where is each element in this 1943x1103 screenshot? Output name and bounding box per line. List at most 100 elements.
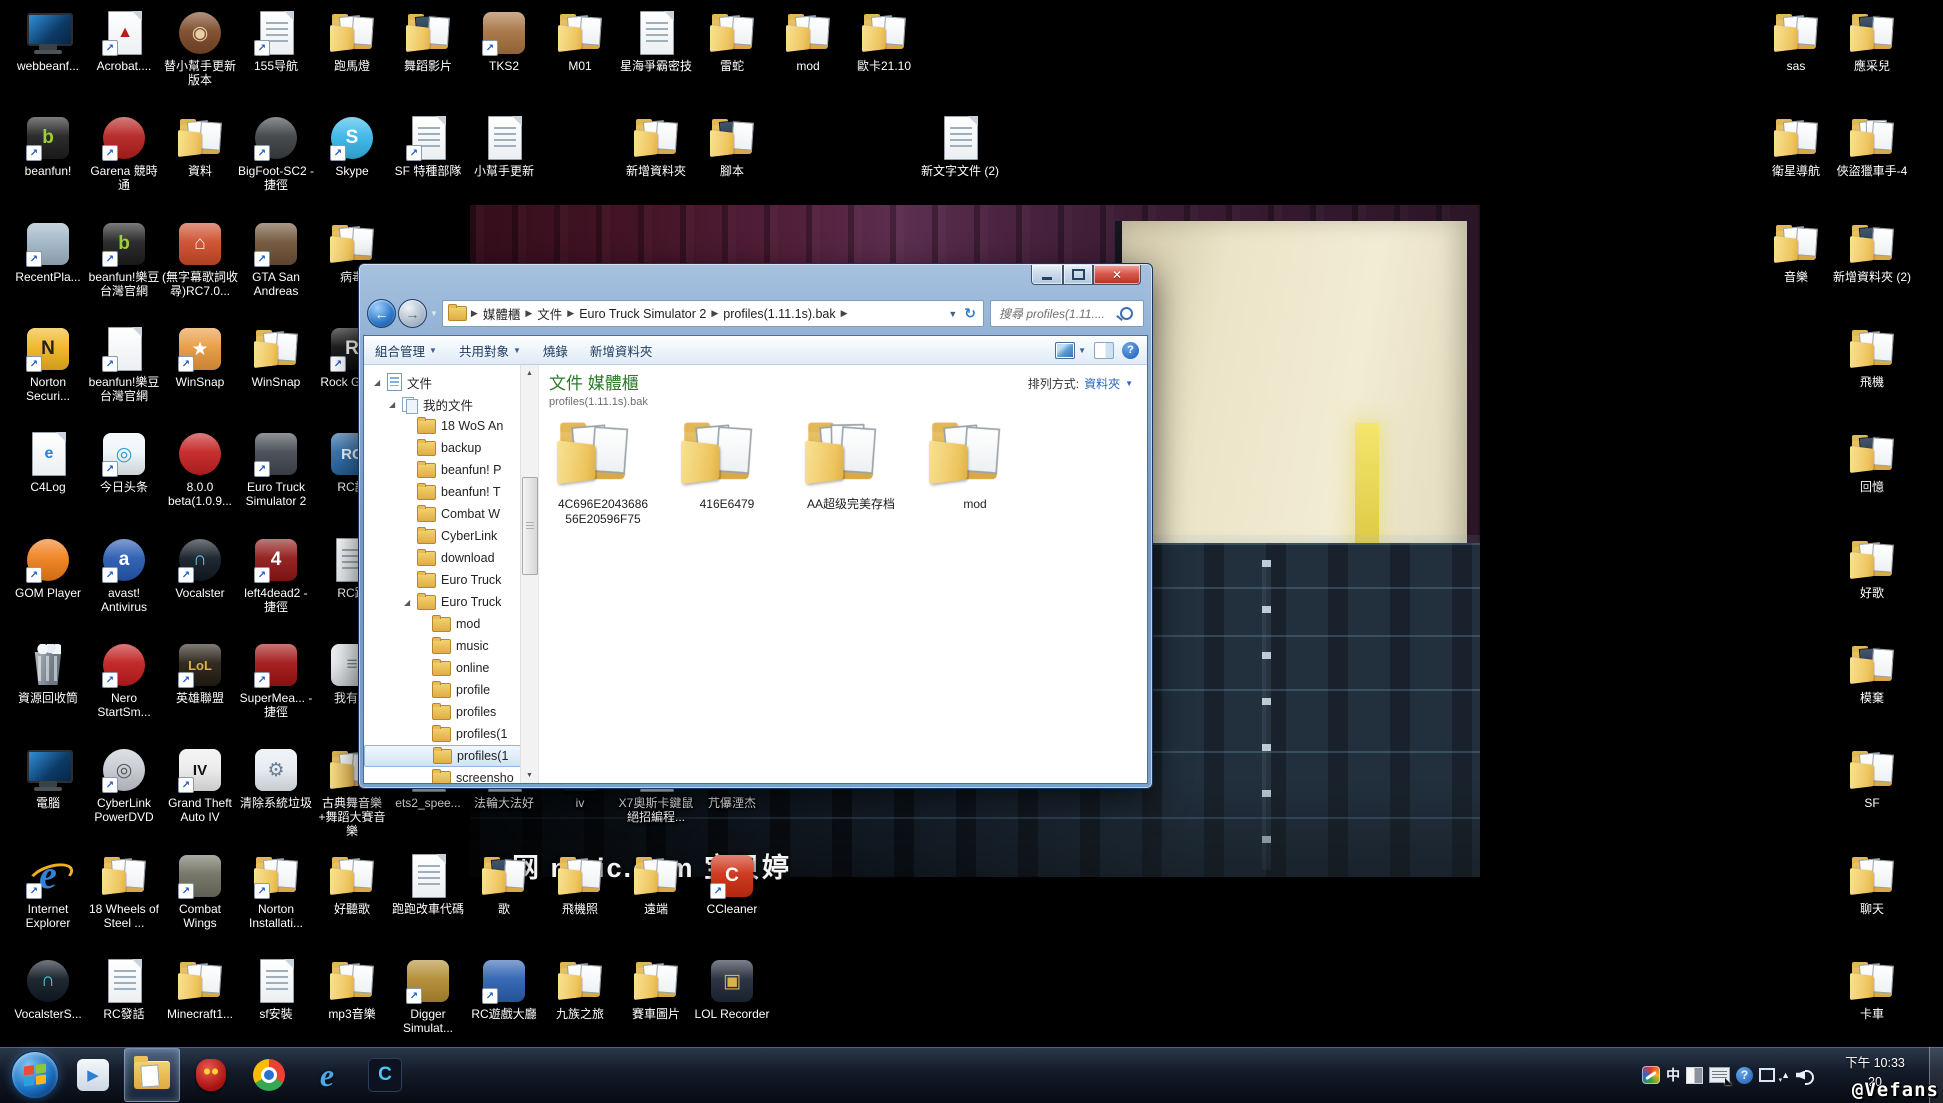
desktop-icon[interactable]: SF 特種部隊 (389, 115, 467, 178)
desktop-icon[interactable]: ▣LOL Recorder (693, 958, 771, 1021)
refresh-icon[interactable]: ↻ (962, 305, 983, 322)
taskbar-lol-client-button[interactable]: C (358, 1049, 412, 1101)
desktop-icon[interactable]: 九族之旅 (541, 958, 619, 1021)
tree-item[interactable]: online (364, 657, 521, 679)
breadcrumb-segment[interactable]: 文件 (532, 304, 567, 323)
desktop-icon[interactable]: Euro Truck Simulator 2 (237, 431, 315, 508)
desktop-icon[interactable]: 好聽歌 (313, 853, 391, 916)
recent-pages-dropdown-icon[interactable]: ▼ (430, 309, 438, 318)
tree-item[interactable]: 18 WoS An (364, 415, 521, 437)
breadcrumb-segment[interactable]: profiles(1.11.1s).bak (718, 307, 840, 321)
tree-item[interactable]: ◢Euro Truck (364, 591, 521, 613)
desktop-icon[interactable]: 雷蛇 (693, 10, 771, 73)
desktop-icon[interactable]: 衛星導航 (1757, 115, 1835, 178)
desktop-icon[interactable]: Digger Simulat... (389, 958, 467, 1035)
desktop-icon[interactable]: ⌂(無字幕歌詞收尋)RC7.0... (161, 221, 239, 298)
desktop-icon[interactable]: Nero StartSm... (85, 642, 163, 719)
tray-language-bar-restore-icon[interactable] (1759, 1068, 1775, 1082)
desktop-icon[interactable]: 新增資料夾 (617, 115, 695, 178)
desktop-icon[interactable]: BigFoot-SC2 - 捷徑 (237, 115, 315, 192)
desktop-icon[interactable]: 小幫手更新 (465, 115, 543, 178)
desktop-icon[interactable]: RC發話 (85, 958, 163, 1021)
desktop-icon[interactable]: eInternet Explorer (9, 853, 87, 930)
desktop-icon[interactable]: 跑跑改車代碼 (389, 853, 467, 916)
toolbar-share-with-button[interactable]: 共用對象▼ (448, 341, 532, 360)
breadcrumb-separator-icon[interactable]: ▶ (471, 308, 478, 319)
desktop-icon[interactable]: 舞蹈影片 (389, 10, 467, 73)
expand-arrow-icon[interactable]: ◢ (404, 598, 412, 607)
help-icon[interactable]: ? (1122, 342, 1139, 359)
file-item[interactable]: AA超级完美存档 (795, 421, 907, 512)
desktop-icon[interactable]: M01 (541, 10, 619, 73)
maximize-button[interactable] (1063, 265, 1093, 285)
desktop-icon[interactable]: Garena 競時通 (85, 115, 163, 192)
tray-ime-keyboard-icon[interactable] (1709, 1067, 1730, 1083)
desktop-icon[interactable]: beanfun!樂豆台灣官網 (85, 326, 163, 403)
desktop-icon[interactable]: aavast! Antivirus (85, 537, 163, 614)
desktop-icon[interactable]: RC遊戲大廳 (465, 958, 543, 1021)
desktop-icon[interactable]: sas (1757, 10, 1835, 73)
desktop-icon[interactable]: ★WinSnap (161, 326, 239, 389)
tray-ime-help-icon[interactable]: ? (1736, 1067, 1753, 1084)
start-button[interactable] (8, 1049, 62, 1101)
desktop-icon[interactable]: 資料 (161, 115, 239, 178)
desktop-icon[interactable]: ⚙清除系統垃圾 (237, 747, 315, 810)
desktop-icon[interactable]: 資源回收筒 (9, 642, 87, 705)
desktop-icon[interactable]: 俠盜獵車手-4 (1833, 115, 1911, 178)
tray-volume-icon[interactable] (1796, 1067, 1813, 1084)
file-item[interactable]: 4C696E2043686 56E20596F75 (547, 421, 659, 527)
change-view-button[interactable]: ▼ (1055, 342, 1086, 359)
desktop-icon[interactable]: SuperMea... - 捷徑 (237, 642, 315, 719)
breadcrumb-segment[interactable]: Euro Truck Simulator 2 (574, 307, 711, 321)
desktop-icon[interactable]: ◉替小幫手更新版本 (161, 10, 239, 87)
desktop-icon[interactable]: LoL英雄聯盟 (161, 642, 239, 705)
toolbar-organize-button[interactable]: 組合管理▼ (364, 341, 448, 360)
breadcrumb-separator-icon[interactable]: ▶ (841, 308, 848, 319)
desktop-icon[interactable]: 賽車圖片 (617, 958, 695, 1021)
desktop-icon[interactable]: 歌 (465, 853, 543, 916)
desktop-icon[interactable]: Norton Installati... (237, 853, 315, 930)
tray-ime-tool-icon[interactable] (1642, 1066, 1660, 1084)
taskbar-chrome-button[interactable] (242, 1049, 296, 1101)
nav-scrollbar-thumb[interactable] (522, 477, 538, 575)
desktop-icon[interactable]: ∩Vocalster (161, 537, 239, 600)
tree-item[interactable]: Euro Truck (364, 569, 521, 591)
breadcrumb-separator-icon[interactable]: ▶ (525, 308, 532, 319)
desktop-icon[interactable]: 音樂 (1757, 221, 1835, 284)
desktop-icon[interactable]: WinSnap (237, 326, 315, 389)
desktop-icon[interactable]: 星海爭霸密技 (617, 10, 695, 73)
desktop-icon[interactable]: IVGrand Theft Auto IV (161, 747, 239, 824)
desktop-icon[interactable]: 新增資料夾 (2) (1833, 221, 1911, 284)
desktop-icon[interactable]: 腳本 (693, 115, 771, 178)
tree-item[interactable]: mod (364, 613, 521, 635)
toolbar-new-folder-button[interactable]: 新增資料夾 (579, 341, 664, 360)
desktop-icon[interactable]: ◎CyberLink PowerDVD (85, 747, 163, 824)
tree-item[interactable]: screensho (364, 767, 521, 783)
close-button[interactable] (1093, 265, 1141, 285)
desktop-icon[interactable]: CCCleaner (693, 853, 771, 916)
desktop-icon[interactable]: 18 Wheels of Steel ... (85, 853, 163, 930)
expand-arrow-icon[interactable]: ◢ (389, 400, 397, 409)
desktop-icon[interactable]: GTA San Andreas (237, 221, 315, 298)
expand-arrow-icon[interactable]: ◢ (374, 378, 382, 387)
desktop-icon[interactable]: 回憶 (1833, 431, 1911, 494)
desktop-icon[interactable]: bbeanfun!樂豆台灣官網 (85, 221, 163, 298)
desktop-icon[interactable]: RecentPla... (9, 221, 87, 284)
desktop-icon[interactable]: webbeanf... (9, 10, 87, 73)
desktop-icon[interactable]: 遠端 (617, 853, 695, 916)
tray-ime-shape-icon[interactable] (1686, 1067, 1703, 1084)
desktop-icon[interactable]: NNorton Securi... (9, 326, 87, 403)
desktop-icon[interactable]: 4left4dead2 - 捷徑 (237, 537, 315, 614)
desktop-icon[interactable]: mod (769, 10, 847, 73)
tree-item[interactable]: profiles (364, 701, 521, 723)
desktop-icon[interactable]: eC4Log (9, 431, 87, 494)
desktop-icon[interactable]: 飛機 (1833, 326, 1911, 389)
tree-item-selected[interactable]: profiles(1 (364, 745, 521, 767)
tree-item[interactable]: CyberLink (364, 525, 521, 547)
breadcrumb-segment[interactable]: 媒體櫃 (478, 304, 526, 323)
tree-item[interactable]: download (364, 547, 521, 569)
desktop-icon[interactable]: SF (1833, 747, 1911, 810)
taskbar-garena-button[interactable] (184, 1049, 238, 1101)
tray-hidden-icons-icon[interactable]: ▲ (1781, 1065, 1790, 1085)
taskbar-media-player-button[interactable] (66, 1049, 120, 1101)
